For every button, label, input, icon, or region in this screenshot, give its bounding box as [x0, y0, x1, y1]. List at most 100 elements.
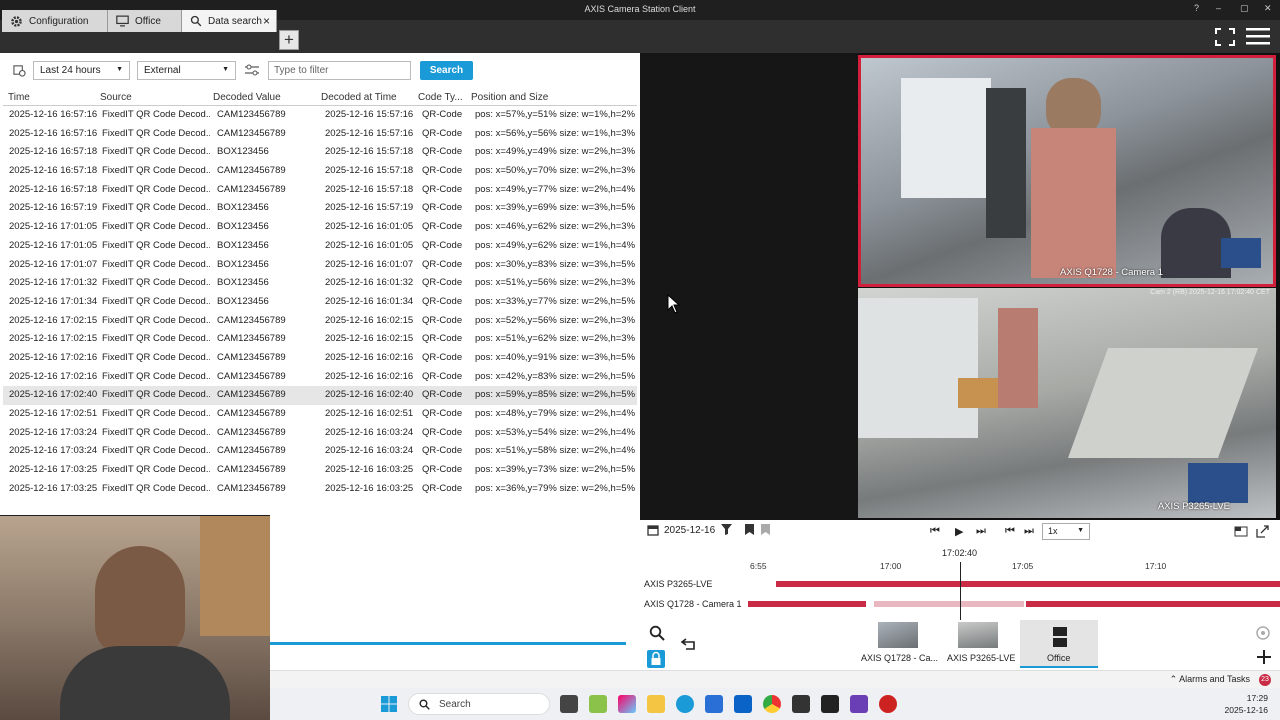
- table-cell: CAM123456789: [217, 165, 286, 177]
- table-row[interactable]: 2025-12-16 17:02:16 FixedIT QR Code Decod…: [3, 349, 637, 368]
- recording-bar[interactable]: [776, 581, 1280, 587]
- fullscreen-icon[interactable]: [1214, 27, 1236, 47]
- lock-icon[interactable]: [647, 650, 665, 668]
- skip-forward-icon[interactable]: ⏭: [976, 525, 986, 538]
- minimize-panel-icon[interactable]: [1234, 526, 1248, 537]
- tab-configuration[interactable]: Configuration: [2, 10, 108, 32]
- add-view-icon[interactable]: [1256, 649, 1272, 665]
- source-select[interactable]: External ▼: [137, 61, 236, 80]
- close-icon[interactable]: ×: [263, 14, 270, 28]
- recording-bar[interactable]: [1026, 601, 1280, 607]
- playback-speed-select[interactable]: 1x ▼: [1042, 523, 1090, 540]
- windows-start-icon[interactable]: [381, 696, 397, 712]
- timeline-date[interactable]: 2025-12-16: [664, 525, 715, 536]
- edge-icon[interactable]: [676, 695, 694, 713]
- back-icon[interactable]: [680, 638, 696, 652]
- table-row[interactable]: 2025-12-16 17:02:15 FixedIT QR Code Decod…: [3, 312, 637, 331]
- column-header-decoded-at[interactable]: Decoded at Time: [321, 92, 413, 103]
- snipping-tool-icon[interactable]: [850, 695, 868, 713]
- column-header-time[interactable]: Time: [8, 92, 100, 103]
- table-cell: BOX123456: [217, 239, 269, 251]
- table-row[interactable]: 2025-12-16 17:02:15 FixedIT QR Code Decod…: [3, 330, 637, 349]
- settings-wheel-icon[interactable]: [1255, 625, 1271, 641]
- chevron-down-icon: ▼: [116, 66, 123, 73]
- table-row[interactable]: 2025-12-16 16:57:18 FixedIT QR Code Decod…: [3, 181, 637, 200]
- table-row[interactable]: 2025-12-16 17:03:24 FixedIT QR Code Decod…: [3, 442, 637, 461]
- recorder-icon[interactable]: [879, 695, 897, 713]
- view-thumbnail[interactable]: [878, 622, 918, 648]
- table-row[interactable]: 2025-12-16 16:57:19 FixedIT QR Code Decod…: [3, 199, 637, 218]
- table-row[interactable]: 2025-12-16 16:57:16 FixedIT QR Code Decod…: [3, 125, 637, 144]
- alarms-and-tasks-button[interactable]: ⌃ Alarms and Tasks: [1170, 674, 1250, 685]
- maximize-button[interactable]: ▢: [1240, 3, 1249, 14]
- table-row[interactable]: 2025-12-16 17:02:16 FixedIT QR Code Decod…: [3, 368, 637, 387]
- taskbar-search[interactable]: Search: [408, 693, 550, 715]
- view-office-button[interactable]: Office: [1020, 620, 1098, 668]
- file-explorer-icon[interactable]: [647, 695, 665, 713]
- view-thumbnail[interactable]: [958, 622, 998, 648]
- table-cell: 2025-12-16 16:01:32: [325, 277, 414, 289]
- filter-input[interactable]: Type to filter: [268, 61, 411, 80]
- help-button[interactable]: ?: [1194, 3, 1199, 13]
- calendar-icon[interactable]: [647, 524, 659, 536]
- filter-icon[interactable]: [721, 524, 732, 535]
- table-row[interactable]: 2025-12-16 16:57:18 FixedIT QR Code Decod…: [3, 143, 637, 162]
- table-row[interactable]: 2025-12-16 17:01:07 FixedIT QR Code Decod…: [3, 256, 637, 275]
- camera-view-p3265[interactable]: Cam 2 (RB) 2025-12-16 17:02:40 CET AXIS …: [858, 288, 1276, 518]
- recording-bar[interactable]: [748, 601, 866, 607]
- table-row[interactable]: 2025-12-16 17:01:32 FixedIT QR Code Decod…: [3, 274, 637, 293]
- table-row[interactable]: 2025-12-16 17:03:25 FixedIT QR Code Decod…: [3, 480, 637, 499]
- taskbar-search-label: Search: [439, 699, 471, 710]
- export-icon[interactable]: [1256, 525, 1269, 538]
- store-icon[interactable]: [705, 695, 723, 713]
- table-row[interactable]: 2025-12-16 17:02:51 FixedIT QR Code Decod…: [3, 405, 637, 424]
- table-row[interactable]: 2025-12-16 16:57:18 FixedIT QR Code Decod…: [3, 162, 637, 181]
- tab-data-search[interactable]: Data search ×: [182, 10, 277, 32]
- search-icon[interactable]: [649, 625, 665, 641]
- minimize-button[interactable]: –: [1216, 3, 1221, 13]
- system-clock[interactable]: 17:29 2025-12-16: [1225, 692, 1268, 716]
- terminal-icon[interactable]: [821, 695, 839, 713]
- table-row[interactable]: 2025-12-16 17:01:05 FixedIT QR Code Decod…: [3, 218, 637, 237]
- view-label[interactable]: AXIS Q1728 - Ca...: [861, 653, 938, 663]
- skip-back-icon[interactable]: ⏮: [930, 525, 940, 538]
- task-view-icon[interactable]: [560, 695, 578, 713]
- column-header-source[interactable]: Source: [100, 92, 208, 103]
- table-row[interactable]: 2025-12-16 17:03:24 FixedIT QR Code Decod…: [3, 424, 637, 443]
- chrome-icon[interactable]: [763, 695, 781, 713]
- column-header-code-type[interactable]: Code Ty...: [418, 92, 464, 103]
- recording-bar[interactable]: [874, 601, 1024, 607]
- table-cell: 2025-12-16 16:57:16: [9, 109, 98, 120]
- app-icon[interactable]: [589, 695, 607, 713]
- column-header-decoded-value[interactable]: Decoded Value: [213, 92, 313, 103]
- copilot-icon[interactable]: [618, 695, 636, 713]
- view-label[interactable]: AXIS P3265-LVE: [947, 653, 1015, 663]
- filter-settings-icon[interactable]: [245, 64, 259, 77]
- time-range-select[interactable]: Last 24 hours ▼: [33, 61, 130, 80]
- view-label: Office: [1047, 653, 1071, 663]
- camera-view-q1728[interactable]: AXIS Q1728 - Camera 1: [858, 55, 1276, 287]
- menu-icon[interactable]: [1246, 27, 1270, 45]
- step-back-icon[interactable]: ⏮: [1005, 525, 1015, 538]
- body-shape: [60, 646, 230, 720]
- monitor-icon: [116, 15, 129, 27]
- table-row[interactable]: 2025-12-16 16:57:16 FixedIT QR Code Decod…: [3, 106, 637, 125]
- tab-office[interactable]: Office: [108, 10, 182, 32]
- table-row[interactable]: 2025-12-16 17:01:34 FixedIT QR Code Decod…: [3, 293, 637, 312]
- close-window-button[interactable]: ✕: [1264, 3, 1272, 14]
- axis-camera-station-icon[interactable]: [792, 695, 810, 713]
- column-header-position[interactable]: Position and Size: [471, 92, 631, 103]
- table-cell: 2025-12-16 16:02:15: [325, 314, 414, 326]
- bookmark-lock-icon[interactable]: [761, 524, 770, 535]
- bookmark-icon[interactable]: [745, 524, 754, 535]
- search-button[interactable]: Search: [420, 61, 473, 80]
- table-row[interactable]: 2025-12-16 17:03:25 FixedIT QR Code Decod…: [3, 461, 637, 480]
- outlook-icon[interactable]: [734, 695, 752, 713]
- playhead-line[interactable]: [960, 562, 961, 620]
- step-forward-icon[interactable]: ⏭: [1024, 525, 1034, 538]
- table-row[interactable]: 2025-12-16 17:01:05 FixedIT QR Code Decod…: [3, 237, 637, 256]
- table-row[interactable]: 2025-12-16 17:02:40 FixedIT QR Code Decod…: [3, 386, 637, 405]
- box-shape: [958, 378, 998, 408]
- add-tab-button[interactable]: +: [279, 30, 299, 50]
- play-icon[interactable]: ▶: [955, 525, 963, 538]
